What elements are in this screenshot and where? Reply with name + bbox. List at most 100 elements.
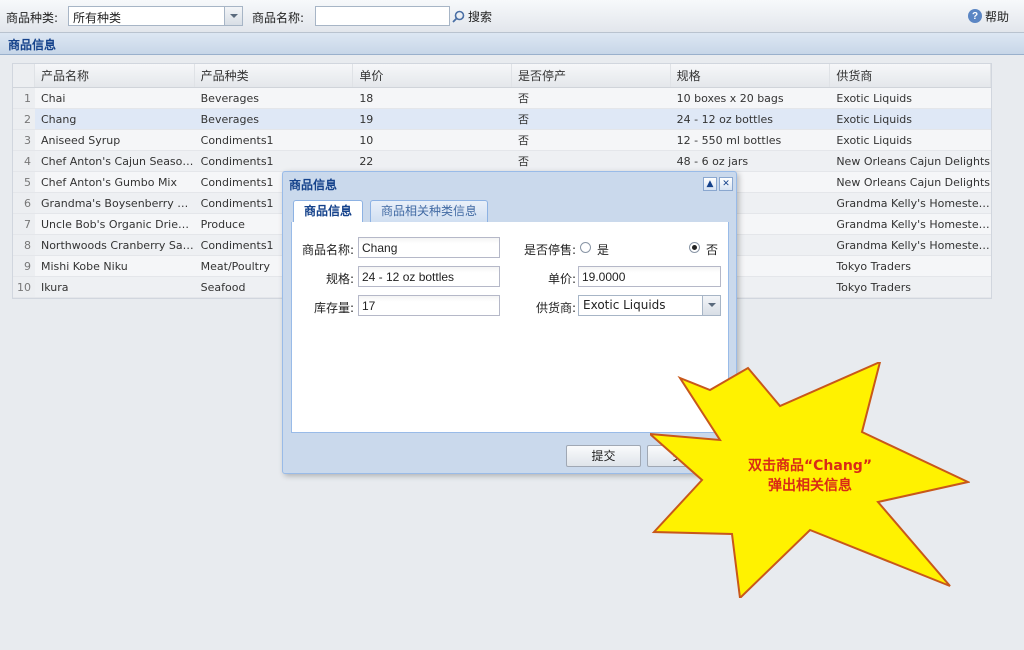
column-header-price[interactable]: 单价 xyxy=(353,64,512,87)
cell-sup: Exotic Liquids xyxy=(836,92,913,105)
cell-num: 6 xyxy=(13,193,35,213)
cell-name: Grandma's Boysenberry Spr... xyxy=(40,197,195,210)
cell-name: Uncle Bob's Organic Dried Pe... xyxy=(40,218,195,231)
column-header-supplier[interactable]: 供货商 xyxy=(830,64,991,87)
close-icon[interactable]: ✕ xyxy=(719,177,733,191)
panel-header: 商品信息 xyxy=(0,33,1024,55)
discontinued-no-radio[interactable] xyxy=(689,242,700,253)
cell-name: Chef Anton's Gumbo Mix xyxy=(40,176,177,189)
table-row[interactable]: 1 Chai Beverages 18 否 10 boxes x 20 bags Exoti… xyxy=(13,88,991,109)
dialog-form: 商品名称: 是否停售: 是 否 规格: 单价: 库存量: 供货商: Exotic… xyxy=(291,222,729,433)
cell-spec: 12 - 550 ml bottles xyxy=(676,134,782,147)
stock-field[interactable] xyxy=(358,295,500,316)
discontinued-yes-label[interactable]: 是 xyxy=(597,241,609,258)
search-label: 搜索 xyxy=(468,9,493,24)
cell-sup: New Orleans Cajun Delights xyxy=(836,176,991,189)
spec-field-label: 规格: xyxy=(325,272,354,286)
price-field[interactable] xyxy=(578,266,721,287)
cell-price: 19 xyxy=(359,113,374,126)
cell-cat: Beverages xyxy=(200,92,259,105)
stock-field-label: 库存量: xyxy=(313,301,354,315)
grid-header: 产品名称 产品种类 单价 是否停产 规格 供货商 xyxy=(13,64,991,88)
cell-disc: 否 xyxy=(517,134,529,147)
cell-name: Mishi Kobe Niku xyxy=(40,260,128,273)
cell-num: 7 xyxy=(13,214,35,234)
cell-sup: Grandma Kelly's Homestead xyxy=(836,197,991,210)
cell-num: 4 xyxy=(13,151,35,171)
cell-disc: 否 xyxy=(517,155,529,168)
chevron-down-icon[interactable] xyxy=(702,296,720,315)
top-toolbar: 商品种类: 所有种类 商品名称: 搜索 ? 帮助 xyxy=(0,0,1024,33)
name-field-label: 商品名称: xyxy=(301,243,354,257)
cell-name: Chai xyxy=(40,92,66,105)
chevron-down-icon[interactable] xyxy=(224,7,242,25)
discontinued-no-label[interactable]: 否 xyxy=(706,241,718,258)
column-header-discontinued[interactable]: 是否停产 xyxy=(512,64,671,87)
category-combo[interactable]: 所有种类 xyxy=(68,6,243,26)
help-label: 帮助 xyxy=(985,9,1010,24)
name-field[interactable] xyxy=(358,237,500,258)
search-button[interactable]: 搜索 xyxy=(452,6,492,26)
cell-num: 9 xyxy=(13,256,35,276)
cell-sup: Tokyo Traders xyxy=(836,281,911,294)
cell-cat: Beverages xyxy=(200,113,259,126)
discontinued-label: 是否停售: xyxy=(523,243,576,257)
cell-cat: Condiments1 xyxy=(200,134,274,147)
cell-num: 10 xyxy=(13,277,35,297)
category-label: 商品种类: xyxy=(6,11,59,25)
cell-num: 3 xyxy=(13,130,35,150)
product-info-dialog: 商品信息 ▲ ✕ 商品信息 商品相关种类信息 商品名称: 是否停售: 是 否 规… xyxy=(282,171,737,474)
row-number-header xyxy=(13,64,35,87)
product-name-input[interactable] xyxy=(315,6,450,26)
cell-price: 18 xyxy=(359,92,374,105)
cell-name: Aniseed Syrup xyxy=(40,134,121,147)
panel-title: 商品信息 xyxy=(8,38,57,52)
cell-sup: Exotic Liquids xyxy=(836,113,913,126)
cell-sup: Tokyo Traders xyxy=(836,260,911,273)
table-row[interactable]: 4 Chef Anton's Cajun Seasoning Condiments1… xyxy=(13,151,991,172)
name-label: 商品名称: xyxy=(252,11,305,25)
cell-name: Ikura xyxy=(40,281,69,294)
column-header-spec[interactable]: 规格 xyxy=(671,64,831,87)
dialog-title: 商品信息 xyxy=(289,178,338,192)
help-icon: ? xyxy=(968,9,982,23)
table-row[interactable]: 2 Chang Beverages 19 否 24 - 12 oz bottles Exot… xyxy=(13,109,991,130)
supplier-combo[interactable]: Exotic Liquids xyxy=(578,295,721,316)
cell-disc: 否 xyxy=(517,113,529,126)
cell-price: 10 xyxy=(359,134,374,147)
dialog-tabstrip: 商品信息 商品相关种类信息 xyxy=(291,198,729,224)
cell-disc: 否 xyxy=(517,92,529,105)
cell-num: 1 xyxy=(13,88,35,108)
cell-cat: Condiments1 xyxy=(200,155,274,168)
cell-spec: 48 - 6 oz jars xyxy=(676,155,749,168)
search-icon xyxy=(452,10,465,23)
tab-product-info[interactable]: 商品信息 xyxy=(293,200,364,224)
cell-sup: Grandma Kelly's Homestead xyxy=(836,218,991,231)
tab-related-category-info[interactable]: 商品相关种类信息 xyxy=(370,200,489,223)
close-button[interactable]: 关闭 xyxy=(647,445,722,467)
cell-sup: New Orleans Cajun Delights xyxy=(836,155,991,168)
cell-num: 8 xyxy=(13,235,35,255)
spec-field[interactable] xyxy=(358,266,500,287)
table-row[interactable]: 3 Aniseed Syrup Condiments1 10 否 12 - 550 ml … xyxy=(13,130,991,151)
cell-name: Northwoods Cranberry Sauce xyxy=(40,239,195,252)
submit-button[interactable]: 提交 xyxy=(566,445,641,467)
help-button[interactable]: ? 帮助 xyxy=(968,6,1009,26)
cell-spec: 24 - 12 oz bottles xyxy=(676,113,774,126)
price-field-label: 单价: xyxy=(547,272,576,286)
cell-num: 2 xyxy=(13,109,35,129)
collapse-icon[interactable]: ▲ xyxy=(703,177,717,191)
supplier-field-label: 供货商: xyxy=(535,301,576,315)
column-header-category[interactable]: 产品种类 xyxy=(195,64,354,87)
category-combo-value: 所有种类 xyxy=(73,11,122,25)
column-header-name[interactable]: 产品名称 xyxy=(35,64,195,87)
cell-price: 22 xyxy=(359,155,374,168)
cell-sup: Grandma Kelly's Homestead xyxy=(836,239,991,252)
cell-name: Chef Anton's Cajun Seasoning xyxy=(40,155,195,168)
cell-sup: Exotic Liquids xyxy=(836,134,913,147)
cell-num: 5 xyxy=(13,172,35,192)
cell-spec: 10 boxes x 20 bags xyxy=(676,92,784,105)
supplier-combo-value: Exotic Liquids xyxy=(583,298,666,312)
discontinued-yes-radio[interactable] xyxy=(580,242,591,253)
cell-name: Chang xyxy=(40,113,77,126)
